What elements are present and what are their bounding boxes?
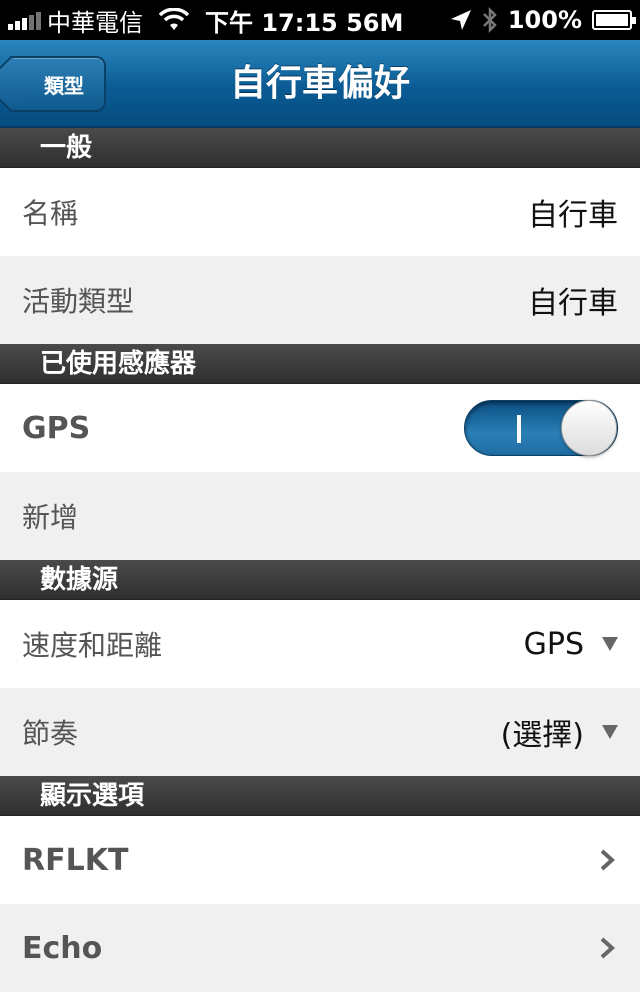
section-header-sensors: 已使用感應器: [0, 344, 640, 384]
rflkt-label: RFLKT: [22, 842, 129, 878]
activity-type-label: 活動類型: [22, 285, 135, 318]
gps-sensor-row: GPS: [0, 384, 640, 472]
status-bar: 中華電信 下午 17:15 56M 100%: [0, 0, 640, 40]
activity-type-row[interactable]: 活動類型 自行車: [0, 256, 640, 344]
section-header-display-options: 顯示選項: [0, 776, 640, 816]
name-label: 名稱: [22, 197, 79, 230]
gps-toggle-switch[interactable]: [464, 400, 618, 456]
rflkt-row[interactable]: RFLKT: [0, 816, 640, 904]
section-header-general: 一般: [0, 128, 640, 168]
speed-distance-row[interactable]: 速度和距離 GPS: [0, 600, 640, 688]
echo-label: Echo: [22, 930, 103, 966]
echo-row[interactable]: Echo: [0, 904, 640, 992]
bluetooth-icon: [482, 7, 497, 33]
add-sensor-label: 新增: [22, 501, 79, 534]
gps-label: GPS: [22, 410, 91, 446]
signal-strength-icon: [8, 10, 41, 30]
activity-type-value: 自行車: [528, 286, 618, 321]
navigation-bar: 類型 自行車偏好: [0, 40, 640, 128]
dropdown-arrow-icon: [602, 637, 618, 651]
dropdown-arrow-icon: [602, 725, 618, 739]
carrier-name: 中華電信: [47, 8, 143, 37]
wifi-icon: [159, 8, 189, 30]
name-value: 自行車: [528, 198, 618, 233]
name-row[interactable]: 名稱 自行車: [0, 168, 640, 256]
settings-list: 一般 名稱 自行車 活動類型 自行車 已使用感應器 GPS 新增 數據源 速度和…: [0, 128, 640, 992]
status-time: 下午 17:15 56M: [205, 8, 404, 37]
battery-percent: 100%: [507, 6, 582, 34]
add-sensor-row[interactable]: 新增: [0, 472, 640, 560]
cadence-row[interactable]: 節奏 (選擇): [0, 688, 640, 776]
chevron-right-icon: [600, 849, 615, 871]
cadence-value: (選擇): [500, 718, 584, 753]
battery-icon: [592, 10, 636, 30]
switch-on-mark: [517, 415, 521, 443]
location-arrow-icon: [450, 10, 471, 30]
speed-distance-label: 速度和距離: [22, 629, 163, 662]
section-header-data-source: 數據源: [0, 560, 640, 600]
switch-knob: [561, 400, 617, 456]
cadence-label: 節奏: [22, 717, 79, 750]
page-title: 自行車偏好: [229, 63, 410, 104]
chevron-right-icon: [600, 937, 615, 959]
speed-distance-value: GPS: [523, 626, 584, 662]
